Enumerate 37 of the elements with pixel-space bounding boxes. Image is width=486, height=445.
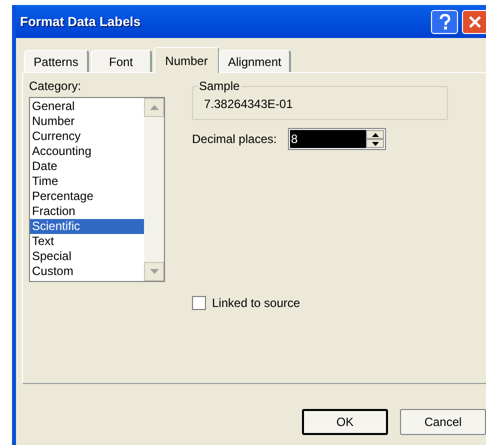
category-item[interactable]: Number: [30, 114, 144, 129]
decimal-places-field[interactable]: 8: [290, 130, 366, 148]
category-item[interactable]: Text: [30, 234, 144, 249]
category-item[interactable]: Currency: [30, 129, 144, 144]
sample-label: Sample: [198, 78, 241, 94]
sample-value: 7.38264343E-01: [204, 96, 293, 112]
down-arrow-icon: [372, 142, 378, 146]
decimal-places-spinner[interactable]: 8: [288, 128, 386, 150]
tab[interactable]: Font: [91, 50, 152, 72]
dialog-button[interactable]: Cancel: [400, 409, 486, 435]
up-arrow-icon: [372, 132, 378, 136]
down-arrow-icon: [150, 269, 158, 274]
window-title: Format Data Labels: [20, 12, 141, 31]
help-icon: [438, 14, 450, 30]
tab[interactable]: Number: [154, 47, 219, 73]
category-item[interactable]: Date: [30, 159, 144, 174]
category-item[interactable]: Custom: [30, 264, 144, 279]
help-button[interactable]: [431, 10, 458, 34]
category-item[interactable]: Accounting: [30, 144, 144, 159]
spin-up-button[interactable]: [366, 130, 384, 139]
close-icon: [468, 14, 482, 28]
checkbox[interactable]: [192, 296, 206, 310]
category-item[interactable]: Scientific: [30, 219, 144, 234]
tab[interactable]: Alignment: [219, 50, 291, 72]
linked-to-source-label: Linked to source: [212, 295, 300, 312]
close-button[interactable]: [462, 10, 486, 34]
tab[interactable]: Patterns: [24, 50, 89, 72]
category-item[interactable]: Time: [30, 174, 144, 189]
category-item[interactable]: General: [30, 99, 144, 114]
up-arrow-icon: [150, 105, 158, 110]
dialog-button[interactable]: OK: [302, 409, 388, 435]
spin-down-button[interactable]: [366, 139, 384, 148]
category-item[interactable]: Special: [30, 249, 144, 264]
category-item[interactable]: Percentage: [30, 189, 144, 204]
decimal-places-label: Decimal places:: [192, 131, 278, 148]
category-item[interactable]: Fraction: [30, 204, 144, 219]
category-label: Category:: [29, 78, 82, 94]
